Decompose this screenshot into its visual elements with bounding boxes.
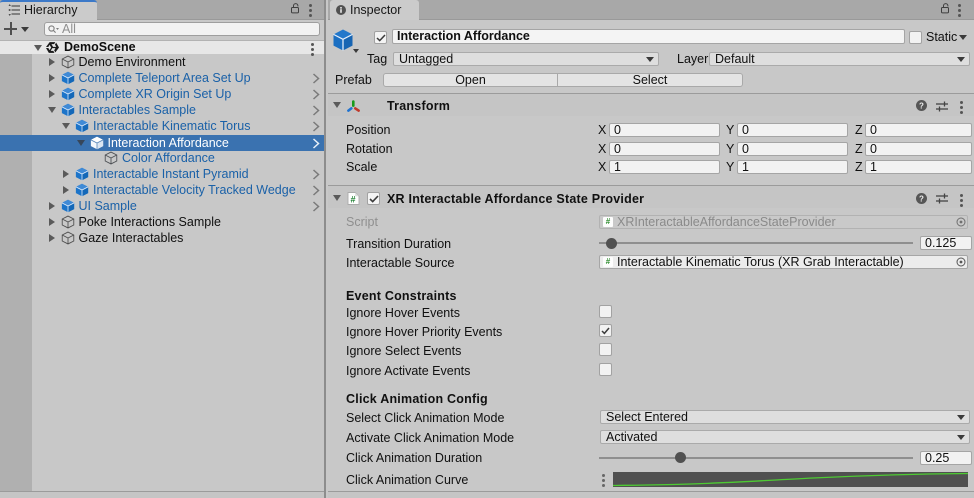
svg-text:?: ? <box>919 101 924 110</box>
svg-text:?: ? <box>919 194 924 203</box>
svg-text:#: # <box>350 195 355 205</box>
